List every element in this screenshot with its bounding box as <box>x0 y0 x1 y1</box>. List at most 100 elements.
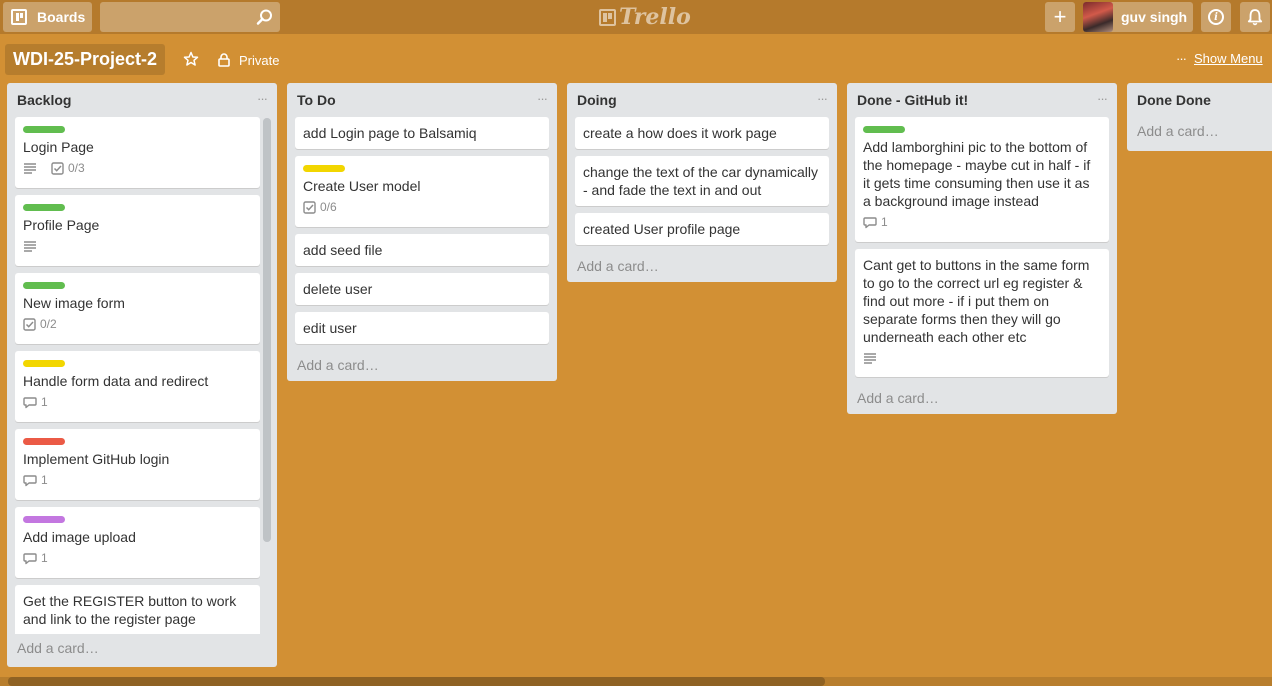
list-header: Done - GitHub it! ··· <box>847 83 1117 117</box>
list-doing: Doing ··· create a how does it work page… <box>567 83 837 282</box>
comment-icon <box>23 396 37 408</box>
card-lamborghini-pic[interactable]: Add lamborghini pic to the bottom of the… <box>855 117 1109 242</box>
card-title: created User profile page <box>583 221 741 237</box>
plus-icon: + <box>1053 4 1067 29</box>
card-badges: 0/2 <box>23 314 252 334</box>
card-title: Implement GitHub login <box>23 451 170 467</box>
card-title: create a how does it work page <box>583 125 777 141</box>
purple-label <box>23 516 65 523</box>
card-register-button[interactable]: Get the REGISTER button to work and link… <box>15 585 260 634</box>
star-icon[interactable] <box>183 51 199 67</box>
card-title: Cant get to buttons in the same form to … <box>863 257 1090 345</box>
comment-count: 1 <box>41 395 48 409</box>
card-title: add seed file <box>303 242 383 258</box>
card-implement-github-login[interactable]: Implement GitHub login 1 <box>15 429 260 500</box>
user-menu-button[interactable]: guv singh <box>1083 2 1193 32</box>
comment-count: 1 <box>881 215 888 229</box>
card-title: add Login page to Balsamiq <box>303 125 477 141</box>
comment-count: 1 <box>41 473 48 487</box>
show-menu-button[interactable]: ··· Show Menu <box>1176 51 1263 66</box>
add-card-button[interactable]: Add a card… <box>287 351 557 381</box>
card-add-seed-file[interactable]: add seed file <box>295 234 549 266</box>
board-title[interactable]: WDI-25-Project-2 <box>5 44 166 75</box>
search-input[interactable] <box>100 2 250 32</box>
card-badges <box>863 348 1101 368</box>
list-header: Done Done <box>1127 83 1272 117</box>
add-card-button[interactable]: Add a card… <box>847 384 1117 414</box>
card-title: Login Page <box>23 139 94 155</box>
card-buttons-same-form[interactable]: Cant get to buttons in the same form to … <box>855 249 1109 377</box>
card-title: New image form <box>23 295 125 311</box>
list-scrollbar-thumb[interactable] <box>263 118 271 542</box>
yellow-label <box>303 165 345 172</box>
visibility-label: Private <box>239 52 280 68</box>
card-change-car-text[interactable]: change the text of the car dynamically -… <box>575 156 829 206</box>
card-new-image-form[interactable]: New image form 0/2 <box>15 273 260 344</box>
card-title: delete user <box>303 281 373 297</box>
list-title[interactable]: Done - GitHub it! <box>857 92 968 108</box>
list-header: To Do ··· <box>287 83 557 117</box>
avatar <box>1083 2 1113 32</box>
add-card-button[interactable]: Add a card… <box>7 634 277 664</box>
card-handle-form-data[interactable]: Handle form data and redirect 1 <box>15 351 260 422</box>
list-menu-icon[interactable]: ··· <box>817 91 828 106</box>
list-title[interactable]: Doing <box>577 92 617 108</box>
checklist-count: 0/6 <box>320 200 337 214</box>
green-label <box>23 126 65 133</box>
boards-icon <box>11 9 27 25</box>
board-scrollbar-thumb[interactable] <box>8 677 825 686</box>
card-profile-page[interactable]: Profile Page <box>15 195 260 266</box>
info-button[interactable]: i <box>1201 2 1231 32</box>
list-title[interactable]: Done Done <box>1137 92 1211 108</box>
visibility-button[interactable]: Private <box>218 51 279 69</box>
card-add-login-page[interactable]: add Login page to Balsamiq <box>295 117 549 149</box>
card-list: add Login page to Balsamiq Create User m… <box>287 117 557 344</box>
card-delete-user[interactable]: delete user <box>295 273 549 305</box>
list-menu-icon[interactable]: ··· <box>257 91 268 106</box>
card-add-image-upload[interactable]: Add image upload 1 <box>15 507 260 578</box>
card-title: Get the REGISTER button to work and link… <box>23 593 237 627</box>
green-label <box>23 204 65 211</box>
trello-logo[interactable]: Trello <box>599 4 691 30</box>
boards-button[interactable]: Boards <box>3 2 92 32</box>
card-badges: 0/3 <box>23 158 252 178</box>
description-icon <box>23 240 41 252</box>
search-box[interactable] <box>100 2 280 32</box>
card-login-page[interactable]: Login Page 0/3 <box>15 117 260 188</box>
add-card-button[interactable]: Add a card… <box>1127 117 1272 151</box>
show-menu-label: Show Menu <box>1194 51 1263 66</box>
boards-label: Boards <box>37 9 86 25</box>
list-menu-icon[interactable]: ··· <box>1097 91 1108 106</box>
red-label <box>23 438 65 445</box>
card-create-user-model[interactable]: Create User model 0/6 <box>295 156 549 227</box>
comment-badge: 1 <box>23 549 48 567</box>
search-icon[interactable] <box>256 8 274 26</box>
list-title[interactable]: Backlog <box>17 92 71 108</box>
checklist-icon <box>303 200 316 214</box>
card-edit-user[interactable]: edit user <box>295 312 549 344</box>
lock-icon <box>218 53 230 67</box>
card-user-profile-page[interactable]: created User profile page <box>575 213 829 245</box>
list-title[interactable]: To Do <box>297 92 336 108</box>
list-scrollbar[interactable] <box>263 118 271 542</box>
notifications-button[interactable] <box>1240 2 1270 32</box>
list-menu-icon[interactable]: ··· <box>537 91 548 106</box>
card-list: Add lamborghini pic to the bottom of the… <box>847 117 1117 377</box>
yellow-label <box>23 360 65 367</box>
bell-icon <box>1247 9 1263 26</box>
green-label <box>23 282 65 289</box>
description-icon <box>863 352 881 364</box>
add-button[interactable]: + <box>1045 2 1075 32</box>
list-header: Doing ··· <box>567 83 837 117</box>
checklist-badge: 0/2 <box>23 315 57 333</box>
card-badges: 0/6 <box>303 197 541 217</box>
green-label <box>863 126 905 133</box>
card-badges: 1 <box>23 470 252 490</box>
user-name: guv singh <box>1121 9 1188 25</box>
card-badges <box>23 236 252 256</box>
checklist-badge: 0/3 <box>51 159 85 177</box>
add-card-button[interactable]: Add a card… <box>567 252 837 282</box>
menu-dots-icon: ··· <box>1176 51 1187 66</box>
card-title: change the text of the car dynamically -… <box>583 164 819 198</box>
card-how-it-works-page[interactable]: create a how does it work page <box>575 117 829 149</box>
